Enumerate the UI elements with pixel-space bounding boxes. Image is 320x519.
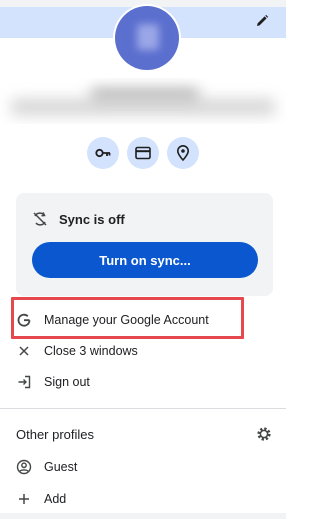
close-windows-item[interactable]: Close 3 windows: [0, 336, 286, 366]
other-profiles-title: Other profiles: [16, 427, 95, 442]
sync-card: Sync is off Turn on sync...: [16, 193, 273, 296]
bottom-strip: [0, 513, 286, 519]
google-logo-icon: [16, 312, 32, 328]
guest-profile-item[interactable]: Guest: [0, 452, 286, 482]
location-pin-icon: [176, 145, 190, 162]
quick-actions-row: [0, 137, 286, 169]
sign-out-label: Sign out: [44, 375, 90, 389]
blurred-profile-name: [0, 78, 286, 124]
payment-methods-button[interactable]: [127, 137, 159, 169]
sync-status-text: Sync is off: [59, 211, 125, 227]
manage-google-account-item[interactable]: Manage your Google Account: [0, 305, 286, 335]
sync-status: Sync is off: [32, 211, 125, 227]
add-profile-item[interactable]: Add: [0, 484, 286, 514]
manage-google-account-label: Manage your Google Account: [44, 313, 209, 327]
add-profile-label: Add: [44, 492, 67, 506]
plus-icon: [16, 491, 32, 507]
close-windows-label: Close 3 windows: [44, 344, 138, 358]
guest-profile-label: Guest: [44, 460, 78, 474]
edit-profile-button[interactable]: [250, 9, 274, 33]
passwords-button[interactable]: [87, 137, 119, 169]
addresses-button[interactable]: [167, 137, 199, 169]
avatar[interactable]: [115, 6, 179, 70]
close-icon: [16, 343, 32, 359]
turn-on-sync-button[interactable]: Turn on sync...: [32, 242, 258, 278]
section-divider: [0, 408, 286, 409]
key-icon: [95, 148, 111, 158]
sign-out-icon: [16, 374, 32, 390]
sync-off-icon: [33, 212, 47, 226]
gear-icon: [257, 427, 271, 441]
sign-out-item[interactable]: Sign out: [0, 367, 286, 397]
guest-profile-icon: [16, 459, 32, 475]
credit-card-icon: [135, 146, 151, 160]
manage-profiles-button[interactable]: [254, 424, 274, 444]
pencil-icon: [257, 14, 269, 26]
